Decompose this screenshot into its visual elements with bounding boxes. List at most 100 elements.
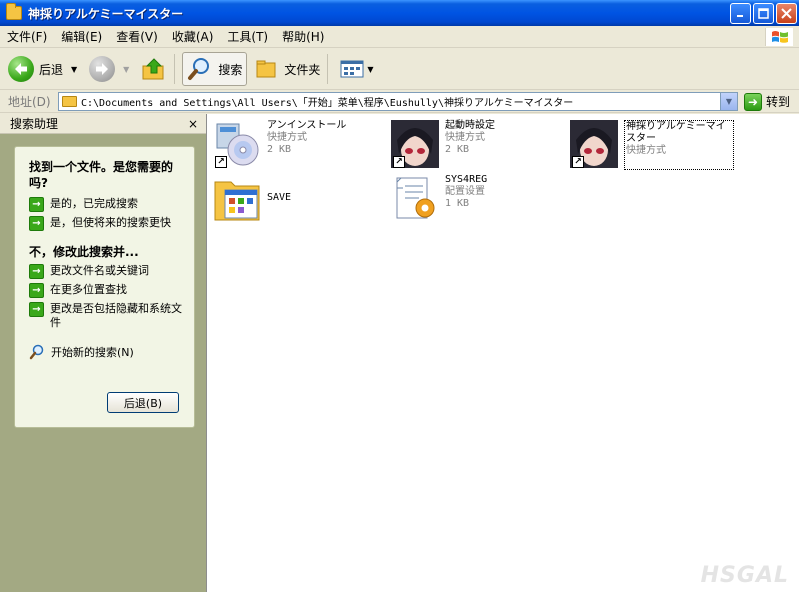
views-button[interactable]: ▼ [335,52,377,86]
search-pane-title: 搜索助理 [10,117,59,131]
file-type: 配置设置 [445,186,485,197]
new-search-label: 开始新的搜索(N) [51,346,134,359]
back-label: 后退 [39,62,64,77]
folders-icon [256,60,276,78]
toolbar-separator [174,54,176,84]
minimize-button[interactable] [730,3,751,24]
option-yes-faster[interactable]: → 是，但使将来的搜索更快 [29,216,186,231]
chevron-down-icon[interactable]: ▼ [367,65,373,74]
option-label: 是的，已完成搜索 [50,197,138,210]
up-folder-icon [142,58,164,80]
option-change-name[interactable]: → 更改文件名或关键词 [29,264,186,279]
folder-icon [62,96,77,107]
title-bar[interactable]: 神採りアルケミーマイスター [0,0,799,26]
green-arrow-icon: → [29,197,44,212]
folders-label: 文件夹 [284,62,321,77]
chevron-down-icon[interactable]: ▼ [123,65,129,74]
option-more-locations[interactable]: → 在更多位置查找 [29,283,186,298]
menu-view[interactable]: 查看(V) [109,28,165,45]
go-label: 转到 [766,95,791,109]
go-button[interactable]: ➜ 转到 [744,92,791,111]
option-yes-done[interactable]: → 是的，已完成搜索 [29,197,186,212]
back-arrow-icon [8,56,34,82]
file-name: 起動時設定 [445,120,495,131]
file-name: 神採りアルケミーマイスター [626,121,726,144]
windows-logo-icon [765,28,793,46]
address-dropdown-button[interactable]: ▼ [720,93,737,110]
file-text: 起動時設定 快捷方式 2 KB [445,120,495,170]
file-text: SYS4REG 配置设置 1 KB [445,174,487,224]
refine-title: 不，修改此搜索并... [29,245,139,259]
views-icon [340,60,364,78]
file-size: 1 KB [445,198,470,209]
file-size: 2 KB [267,144,292,155]
file-item[interactable]: SAVE [213,174,291,224]
pane-back-button[interactable]: 后退(B) [107,392,179,413]
green-arrow-icon: → [29,264,44,279]
anime-character-icon: ↗ [391,120,441,170]
option-label: 更改是否包括隐藏和系统文件 [50,302,182,329]
toolbar-separator [327,54,329,84]
close-icon [781,8,792,19]
minimize-icon [737,15,743,17]
menu-edit[interactable]: 编辑(E) [54,28,109,45]
chevron-down-icon[interactable]: ▼ [71,65,77,74]
shortcut-arrow-icon: ↗ [572,156,584,168]
go-arrow-icon: ➜ [744,92,762,111]
search-icon [188,58,210,80]
search-button[interactable]: 搜索 [182,52,248,86]
option-hidden-files[interactable]: → 更改是否包括隐藏和系统文件 [29,302,186,330]
search-results-card: 找到一个文件。是您需要的吗? → 是的，已完成搜索 → 是，但使将来的搜索更快 … [14,146,195,428]
green-arrow-icon: → [29,216,44,231]
close-button[interactable] [776,3,797,24]
option-label: 更改文件名或关键词 [50,264,149,277]
search-pane: 搜索助理 × 找到一个文件。是您需要的吗? → 是的，已完成搜索 → 是，但使将… [0,114,206,592]
green-arrow-icon: → [29,283,44,298]
menu-tools[interactable]: 工具(T) [220,28,275,45]
folder-icon [6,3,22,20]
search-label: 搜索 [218,62,243,77]
file-type: 快捷方式 [626,145,666,156]
address-bar: 地址(D) C:\Documents and Settings\All User… [0,91,799,113]
file-item[interactable]: ↗ アンインストール 快捷方式 2 KB [213,120,346,170]
back-button[interactable]: 后退 ▼ [4,52,81,86]
address-input[interactable]: C:\Documents and Settings\All Users\「开始」… [58,92,738,111]
toolbar: 后退 ▼ ▼ 搜索 文件夹 ▼ [0,49,799,90]
file-item[interactable]: SYS4REG 配置设置 1 KB [391,174,487,224]
file-item[interactable]: ↗ 神採りアルケミーマイスター 快捷方式 [570,120,734,170]
maximize-button[interactable] [753,3,774,24]
search-icon [29,344,44,360]
watermark: HSGAL [700,563,789,588]
window-title: 神採りアルケミーマイスター [28,6,184,21]
file-item[interactable]: ↗ 起動時設定 快捷方式 2 KB [391,120,495,170]
forward-arrow-icon [89,56,116,82]
forward-button[interactable]: ▼ [85,52,133,86]
search-question: 找到一个文件。是您需要的吗? [29,160,174,190]
uninstall-cd-icon: ↗ [213,120,263,170]
menu-favorites[interactable]: 收藏(A) [165,28,221,45]
menu-file[interactable]: 文件(F) [0,28,54,45]
address-label: 地址(D) [8,95,51,109]
option-label: 在更多位置查找 [50,283,127,296]
window-controls [730,3,797,24]
config-settings-icon [391,174,441,224]
file-type: 快捷方式 [267,132,307,143]
folders-button[interactable]: 文件夹 [251,52,324,86]
file-text: 神採りアルケミーマイスター 快捷方式 [624,120,734,170]
up-folder-button[interactable] [137,52,171,86]
menu-help[interactable]: 帮助(H) [275,28,331,45]
file-text: SAVE [267,174,291,224]
address-value[interactable]: C:\Documents and Settings\All Users\「开始」… [81,94,573,109]
file-name: アンインストール [267,120,347,131]
file-name: SYS4REG [445,174,488,185]
close-icon[interactable]: × [188,117,198,131]
search-pane-header: 搜索助理 × [0,114,206,134]
shortcut-arrow-icon: ↗ [393,156,405,168]
file-type: 快捷方式 [445,132,485,143]
shortcut-arrow-icon: ↗ [215,156,227,168]
anime-character-icon: ↗ [570,120,620,170]
new-search-link[interactable]: 开始新的搜索(N) [29,344,186,360]
file-size: 2 KB [445,144,470,155]
maximize-icon [758,8,769,19]
green-arrow-icon: → [29,302,44,317]
